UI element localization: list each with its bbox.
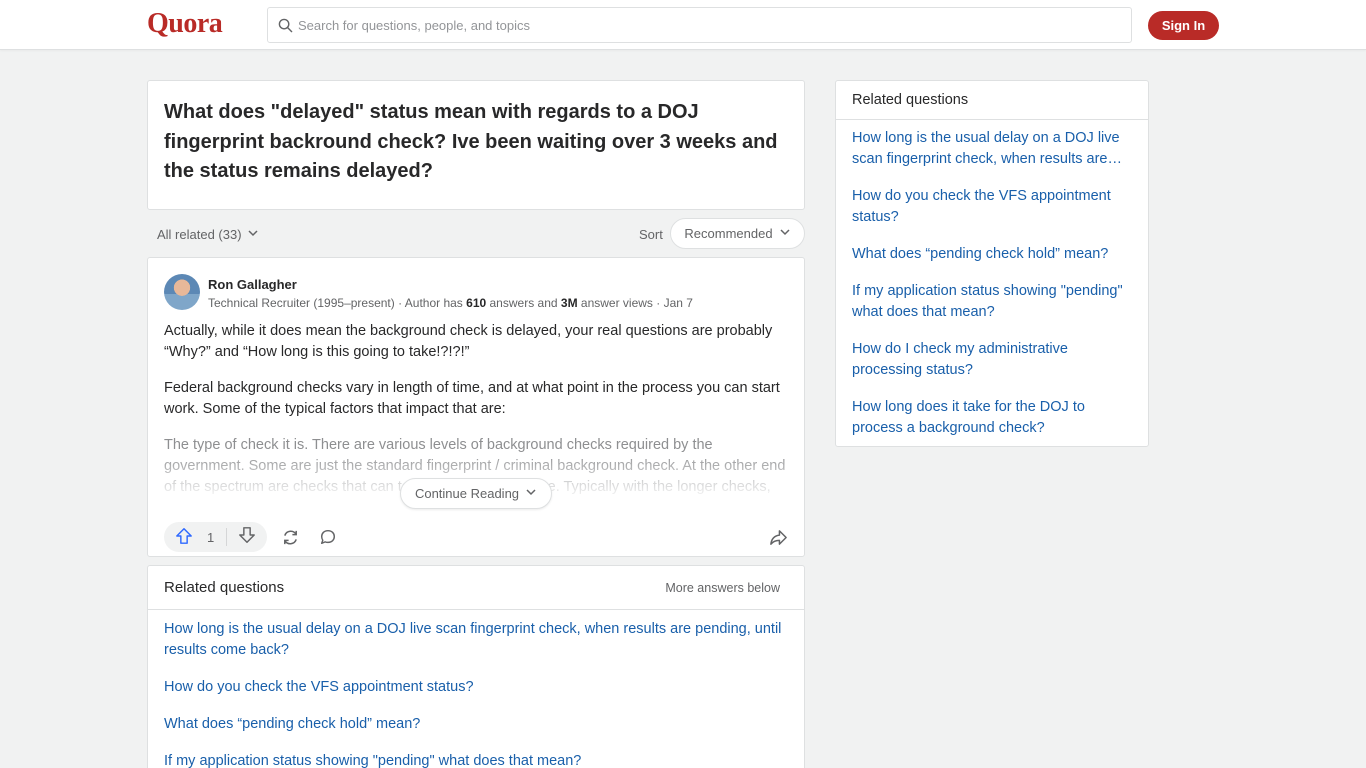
chevron-down-icon	[247, 227, 259, 242]
sidebar-related-link[interactable]: How do you check the VFS appointment sta…	[852, 186, 1132, 228]
upvote-button[interactable]: 1	[164, 522, 226, 552]
sidebar-related-link[interactable]: How do I check my administrative process…	[852, 339, 1132, 381]
related-header: Related questions More answers below	[148, 566, 804, 610]
upvote-count: 1	[207, 529, 215, 545]
all-related-dropdown[interactable]: All related (33)	[157, 227, 259, 242]
comment-icon[interactable]	[318, 527, 338, 547]
related-questions-main: Related questions More answers below How…	[147, 565, 805, 768]
answer-card: Ron Gallagher Technical Recruiter (1995–…	[147, 257, 805, 557]
sign-in-button[interactable]: Sign In	[1148, 11, 1219, 40]
sidebar-related-title: Related questions	[836, 81, 1148, 120]
top-header: Quora Sign In	[0, 0, 1366, 50]
more-answers-label: More answers below	[665, 580, 780, 595]
answers-meta-row: All related (33) Sort Recommended	[147, 218, 805, 250]
sidebar-related-link[interactable]: If my application status showing "pendin…	[852, 281, 1132, 323]
chevron-down-icon	[525, 486, 537, 501]
answer-paragraph: Federal background checks vary in length…	[164, 380, 780, 417]
answer-author: Ron Gallagher Technical Recruiter (1995–…	[164, 274, 788, 312]
all-related-label: All related (33)	[157, 227, 242, 242]
question-title: What does "delayed" status mean with reg…	[164, 101, 778, 182]
search-input[interactable]	[298, 17, 1131, 33]
continue-reading-label: Continue Reading	[414, 486, 520, 501]
answer-body: Actually, while it does mean the backgro…	[164, 321, 788, 501]
upvote-icon	[175, 527, 193, 548]
downvote-icon	[238, 526, 256, 549]
quora-logo[interactable]: Quora	[147, 8, 223, 40]
chevron-down-icon	[779, 226, 791, 241]
sort-value: Recommended	[684, 226, 773, 241]
share-icon[interactable]	[768, 527, 788, 547]
related-title: Related questions	[164, 579, 285, 596]
related-question-link[interactable]: If my application status showing "pendin…	[164, 751, 788, 768]
related-question-link[interactable]: What does “pending check hold” mean?	[164, 714, 788, 735]
sort-dropdown[interactable]: Recommended	[670, 218, 805, 249]
sidebar-related-list: How long is the usual delay on a DOJ liv…	[836, 120, 1148, 463]
related-question-link[interactable]: How long is the usual delay on a DOJ liv…	[164, 619, 788, 661]
sidebar-related-link[interactable]: How long does it take for the DOJ to pro…	[852, 397, 1132, 439]
answers-count: 610	[466, 296, 487, 310]
author-name[interactable]: Ron Gallagher	[208, 277, 693, 292]
continue-reading-button[interactable]: Continue Reading	[400, 478, 552, 509]
related-question-link[interactable]: How do you check the VFS appointment sta…	[164, 677, 788, 698]
search-icon	[278, 17, 294, 33]
answer-actions: 1	[164, 522, 790, 552]
avatar[interactable]	[164, 274, 200, 310]
sidebar-related-link[interactable]: How long is the usual delay on a DOJ liv…	[852, 128, 1132, 170]
related-questions-sidebar: Related questions How long is the usual …	[835, 80, 1149, 447]
downvote-button[interactable]	[227, 522, 267, 552]
vote-pill: 1	[164, 522, 267, 552]
related-list: How long is the usual delay on a DOJ liv…	[148, 610, 804, 768]
question-card: What does "delayed" status mean with reg…	[147, 80, 805, 210]
sidebar-related-link[interactable]: What does “pending check hold” mean?	[852, 244, 1132, 265]
answer-paragraph: Actually, while it does mean the backgro…	[164, 323, 773, 360]
views-count: 3M	[560, 296, 578, 310]
sort-label: Sort	[639, 227, 663, 242]
share-repost-icon[interactable]	[280, 527, 300, 547]
author-credentials: Technical Recruiter (1995–present) · Aut…	[208, 296, 693, 310]
search-bar[interactable]	[267, 7, 1132, 43]
